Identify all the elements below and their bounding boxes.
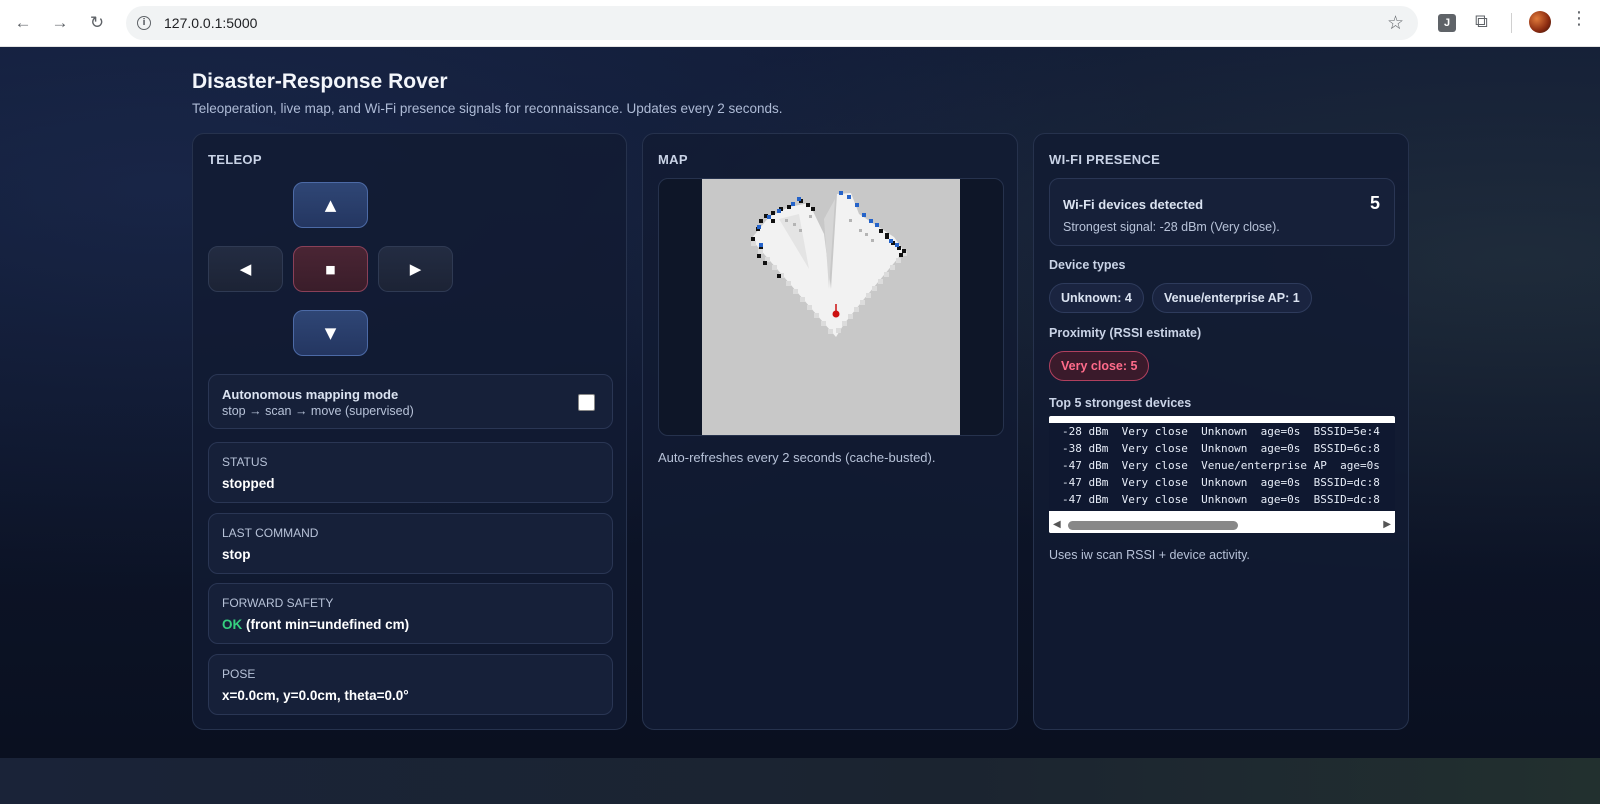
- proximity-pill: Very close: 5: [1049, 351, 1150, 381]
- status-label: STATUS: [222, 455, 268, 469]
- device-rows: -28 dBm Very close Unknown age=0s BSSID=…: [1049, 423, 1395, 511]
- device-type-pill: Venue/enterprise AP: 1: [1152, 283, 1312, 313]
- turn-left-button[interactable]: ◀: [208, 246, 283, 292]
- forward-safety-label: FORWARD SAFETY: [222, 596, 334, 610]
- autonomous-mode-card: Autonomous mapping mode stop → scan → mo…: [208, 374, 613, 429]
- forward-safety-card: FORWARD SAFETY OK (front min=undefined c…: [208, 583, 613, 644]
- url-text[interactable]: 127.0.0.1:5000: [164, 15, 257, 31]
- page-title: Disaster-Response Rover: [192, 70, 448, 93]
- footer-band: [0, 758, 1600, 804]
- status-value: stopped: [222, 476, 275, 491]
- pose-label: POSE: [222, 667, 256, 681]
- autonomous-mode-subtitle: stop → scan → move (supervised): [222, 404, 414, 418]
- scroll-left-icon[interactable]: ◀: [1053, 519, 1061, 530]
- scrollbar-thumb[interactable]: [1068, 521, 1238, 530]
- site-info-icon[interactable]: i: [137, 16, 151, 30]
- move-forward-button[interactable]: ▲: [293, 182, 368, 228]
- safety-ok-badge: OK: [222, 617, 243, 632]
- browser-menu-icon[interactable]: ⋮: [1570, 10, 1588, 28]
- wifi-summary-card: Wi-Fi devices detected 5 Strongest signa…: [1049, 178, 1395, 246]
- device-row: -47 dBm Very close Unknown age=0s BSSID=…: [1062, 493, 1380, 506]
- arrow-left-icon: ◀: [239, 260, 252, 278]
- map-caption: Auto-refreshes every 2 seconds (cache-bu…: [658, 450, 936, 465]
- strongest-signal-text: Strongest signal: -28 dBm (Very close).: [1063, 220, 1280, 234]
- wifi-heading: WI-FI PRESENCE: [1049, 152, 1161, 167]
- scroll-right-icon[interactable]: ▶: [1383, 519, 1391, 530]
- page-subtitle: Teleoperation, live map, and Wi-Fi prese…: [192, 101, 783, 116]
- occupancy-map: [702, 179, 960, 435]
- teleop-panel: TELEOP ▲ ◀ ■ ▶ ▼ Autonomous mapping mode…: [192, 133, 627, 730]
- devices-detected-label: Wi-Fi devices detected: [1063, 197, 1204, 212]
- device-types-heading: Device types: [1049, 258, 1126, 272]
- arrow-down-icon: ▼: [324, 324, 337, 342]
- bookmark-star-icon[interactable]: ☆: [1387, 12, 1404, 34]
- forward-icon[interactable]: →: [49, 12, 71, 34]
- teleop-heading: TELEOP: [208, 152, 262, 167]
- last-command-value: stop: [222, 547, 251, 562]
- map-frame: [658, 178, 1004, 436]
- stop-icon: ■: [325, 262, 336, 276]
- device-row: -47 dBm Very close Venue/enterprise AP a…: [1062, 459, 1380, 472]
- browser-toolbar: ← → ↻ i 127.0.0.1:5000 ☆ J ⧉ ⋮: [0, 0, 1600, 47]
- forward-safety-value: OK (front min=undefined cm): [222, 617, 409, 632]
- device-row: -47 dBm Very close Unknown age=0s BSSID=…: [1062, 476, 1380, 489]
- toolbar-divider: [1511, 13, 1512, 33]
- top-devices-heading: Top 5 strongest devices: [1049, 396, 1192, 410]
- map-panel: MAP Auto-refreshes every 2 seconds (cach…: [642, 133, 1018, 730]
- arrow-up-icon: ▲: [324, 196, 337, 214]
- back-icon[interactable]: ←: [12, 12, 34, 34]
- top-devices-list[interactable]: -28 dBm Very close Unknown age=0s BSSID=…: [1049, 416, 1395, 533]
- address-bar[interactable]: i 127.0.0.1:5000 ☆: [126, 6, 1418, 40]
- devices-detected-count: 5: [1369, 193, 1380, 213]
- device-row: -38 dBm Very close Unknown age=0s BSSID=…: [1062, 442, 1380, 455]
- device-row: -28 dBm Very close Unknown age=0s BSSID=…: [1062, 425, 1380, 438]
- device-type-pill: Unknown: 4: [1049, 283, 1144, 313]
- extensions-puzzle-icon[interactable]: ⧉: [1475, 11, 1488, 32]
- horizontal-scrollbar[interactable]: ◀ ▶: [1049, 517, 1395, 533]
- extension-j-icon[interactable]: J: [1438, 14, 1456, 32]
- pose-card: POSE x=0.0cm, y=0.0cm, theta=0.0°: [208, 654, 613, 715]
- autonomous-mode-title: Autonomous mapping mode: [222, 387, 399, 402]
- reload-icon[interactable]: ↻: [86, 12, 108, 34]
- wifi-panel: WI-FI PRESENCE Wi-Fi devices detected 5 …: [1033, 133, 1409, 730]
- status-card: STATUS stopped: [208, 442, 613, 503]
- map-heading: MAP: [658, 152, 688, 167]
- last-command-label: LAST COMMAND: [222, 526, 319, 540]
- arrow-right-icon: ▶: [409, 260, 422, 278]
- stop-button[interactable]: ■: [293, 246, 368, 292]
- move-backward-button[interactable]: ▼: [293, 310, 368, 356]
- last-command-card: LAST COMMAND stop: [208, 513, 613, 574]
- autonomous-mode-checkbox[interactable]: [578, 394, 595, 411]
- pose-value: x=0.0cm, y=0.0cm, theta=0.0°: [222, 688, 409, 703]
- wifi-note: Uses iw scan RSSI + device activity.: [1049, 548, 1250, 562]
- proximity-heading: Proximity (RSSI estimate): [1049, 326, 1202, 340]
- safety-detail: (front min=undefined cm): [242, 617, 410, 632]
- profile-avatar[interactable]: [1529, 11, 1551, 33]
- turn-right-button[interactable]: ▶: [378, 246, 453, 292]
